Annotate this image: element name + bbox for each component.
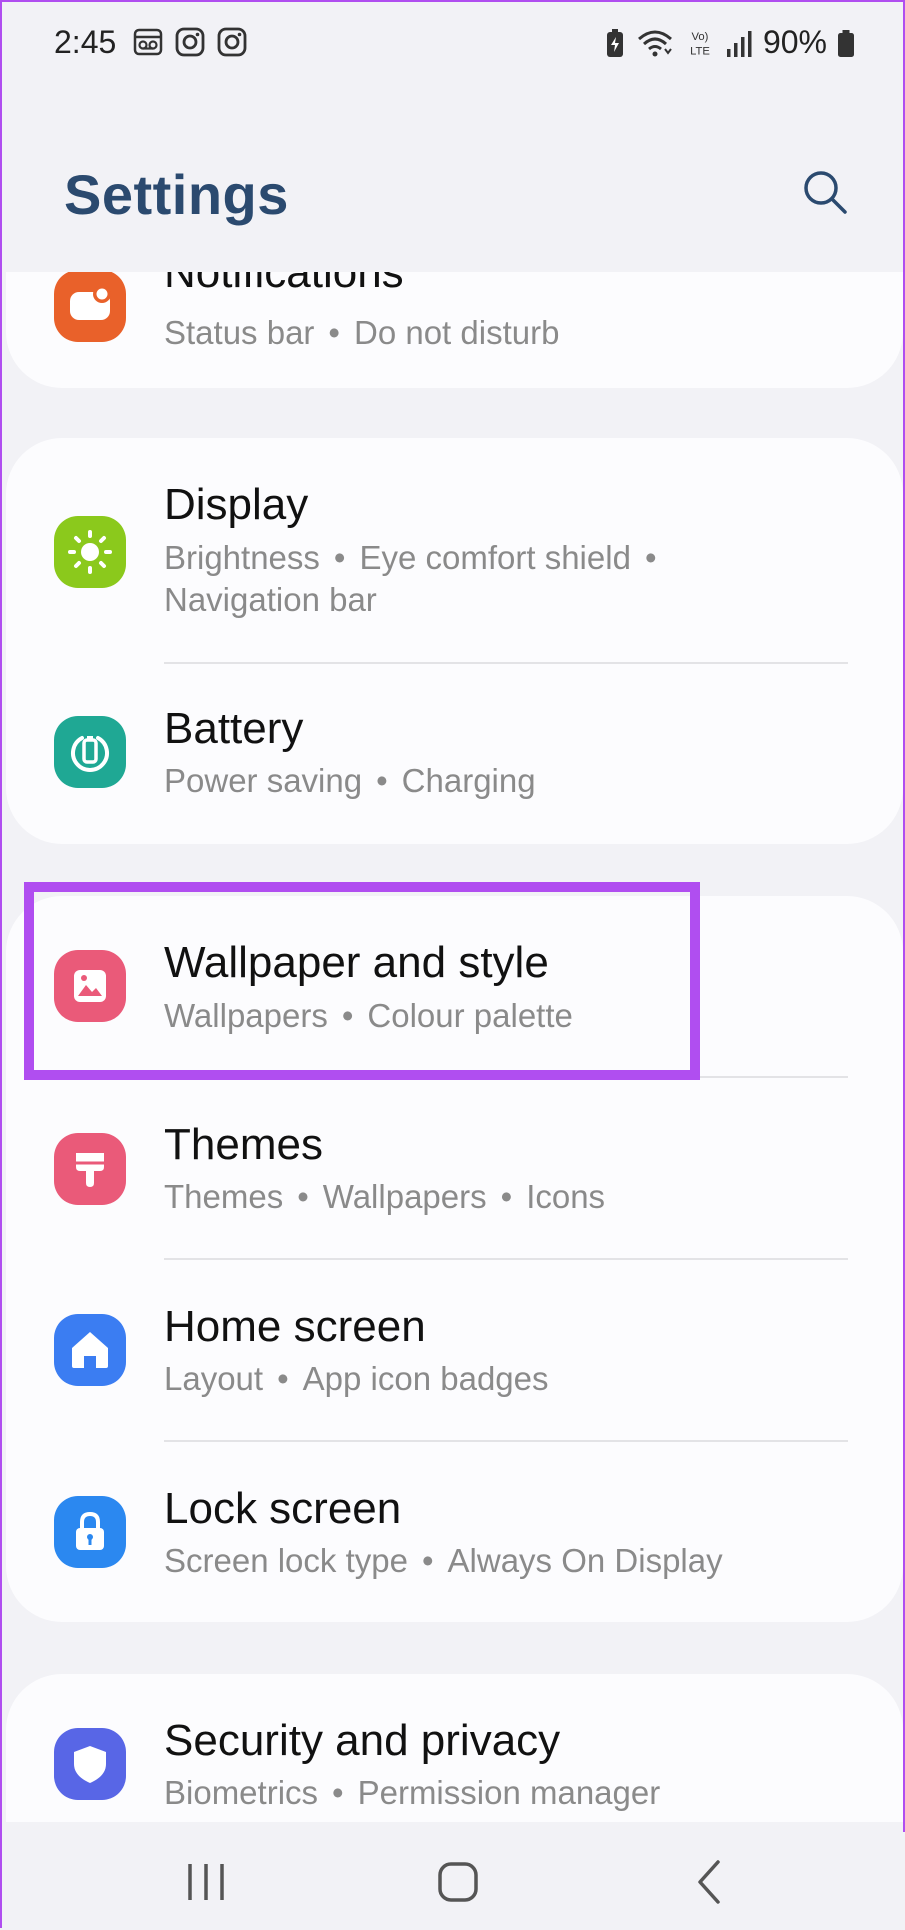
display-icon (54, 516, 126, 588)
settings-item-subtitle: Biometrics • Permission manager (164, 1774, 661, 1811)
home-screen-icon (54, 1314, 126, 1386)
recents-icon (188, 1864, 224, 1900)
battery-percentage: 90% (762, 24, 827, 60)
settings-item-title: Home screen (164, 1302, 426, 1351)
settings-item-lock-screen[interactable]: Lock screen Screen lock type • Always On D… (6, 1442, 903, 1622)
search-button[interactable] (797, 164, 853, 220)
subtitle-part: Screen lock type (164, 1542, 408, 1579)
settings-item-display[interactable]: Display Brightness • Eye comfort shield • Na… (6, 438, 903, 662)
wallpaper-icon (54, 950, 126, 1022)
appearance-card: Wallpaper and style Wallpapers • Colour pa… (6, 896, 903, 1622)
themes-icon (54, 1133, 126, 1205)
shield-icon (54, 1728, 126, 1800)
back-icon (698, 1860, 720, 1904)
navigation-bar (2, 1832, 905, 1930)
status-bar: 2:45 Vo) LTE 90% (2, 2, 905, 82)
settings-item-title: Wallpaper and style (164, 938, 549, 987)
subtitle-part: Status bar (164, 314, 315, 351)
page-title: Settings (64, 163, 289, 226)
settings-item-title: Themes (164, 1120, 323, 1169)
settings-item-notifications[interactable]: Notifications Status bar • Do not disturb (6, 272, 903, 388)
subtitle-part: Navigation bar (164, 581, 377, 618)
voicemail-icon (133, 28, 163, 56)
settings-item-title: Display (164, 480, 309, 529)
settings-item-themes[interactable]: Themes Themes • Wallpapers • Icons (6, 1078, 903, 1260)
signal-icon (726, 30, 752, 57)
security-card: Security and privacy Biometrics • Permissi… (6, 1674, 903, 1822)
wifi-icon (637, 30, 672, 56)
battery-settings-icon (54, 716, 126, 788)
subtitle-part: Icons (526, 1178, 606, 1215)
settings-item-title: Battery (164, 704, 304, 753)
subtitle-part: Wallpapers (322, 1178, 487, 1215)
settings-item-subtitle: Themes • Wallpapers • Icons (164, 1178, 606, 1215)
battery-icon (838, 29, 854, 57)
instagram-icon (217, 27, 247, 57)
home-icon (438, 1862, 478, 1902)
settings-item-security-and-privacy[interactable]: Security and privacy Biometrics • Permissi… (6, 1674, 903, 1822)
subtitle-part: Charging (401, 762, 536, 799)
home-button[interactable] (428, 1852, 488, 1912)
back-button[interactable] (680, 1852, 740, 1912)
volte-icon: Vo) LTE (690, 31, 710, 57)
system-status-icons: Vo) LTE 90% (605, 24, 855, 61)
status-time: 2:45 (54, 24, 117, 60)
settings-item-wallpaper-and-style[interactable]: Wallpaper and style Wallpapers • Colour pa… (6, 896, 903, 1076)
settings-item-subtitle: Power saving • Charging (164, 762, 536, 799)
subtitle-part: Permission manager (357, 1774, 661, 1811)
search-icon (804, 171, 847, 214)
settings-item-subtitle: Wallpapers • Colour palette (164, 997, 573, 1034)
subtitle-part: Wallpapers (164, 997, 328, 1034)
battery-saver-icon (606, 28, 623, 57)
settings-item-title: Security and privacy (164, 1716, 561, 1765)
notification-icons (132, 26, 248, 58)
subtitle-part: Themes (164, 1178, 284, 1215)
settings-item-home-screen[interactable]: Home screen Layout • App icon badges (6, 1260, 903, 1440)
settings-item-subtitle: Status bar • Do not disturb (164, 314, 560, 351)
settings-item-subtitle: Layout • App icon badges (164, 1360, 549, 1397)
subtitle-part: Biometrics (164, 1774, 319, 1811)
subtitle-part: Do not disturb (353, 314, 560, 351)
subtitle-part: Brightness (164, 539, 320, 576)
subtitle-part: Always On Display (447, 1542, 723, 1579)
settings-item-title: Notifications (164, 272, 404, 297)
recents-button[interactable] (176, 1852, 236, 1912)
settings-item-title: Lock screen (164, 1484, 402, 1533)
lock-icon (54, 1496, 126, 1568)
display-battery-card: Display Brightness • Eye comfort shield • Na… (6, 438, 903, 844)
settings-item-battery[interactable]: Battery Power saving • Charging (6, 664, 903, 844)
subtitle-part: Power saving (164, 762, 363, 799)
notifications-card: Notifications Status bar • Do not disturb (6, 272, 903, 388)
subtitle-part: Colour palette (367, 997, 573, 1034)
subtitle-part: App icon badges (302, 1360, 549, 1397)
volte-label-bottom: LTE (690, 45, 710, 57)
subtitle-part: Layout (164, 1360, 264, 1397)
notifications-icon (54, 272, 126, 342)
instagram-icon (175, 27, 205, 57)
settings-item-subtitle: Screen lock type • Always On Display (164, 1542, 723, 1579)
subtitle-part: Eye comfort shield (359, 539, 631, 576)
settings-item-subtitle: Brightness • Eye comfort shield • Navigation… (164, 539, 657, 618)
volte-label-top: Vo) (692, 31, 709, 43)
